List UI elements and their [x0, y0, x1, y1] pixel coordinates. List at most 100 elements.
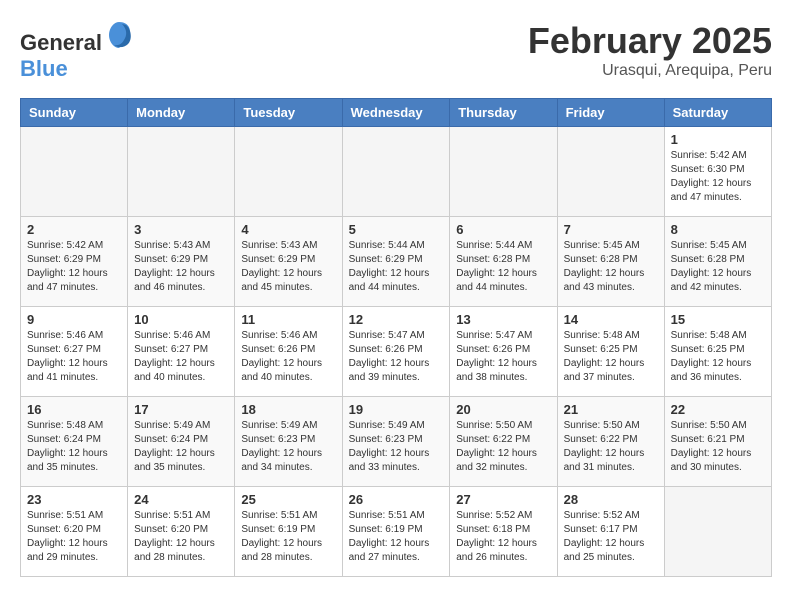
day-number: 4 [241, 222, 335, 237]
calendar-day-cell: 17 Sunrise: 5:49 AM Sunset: 6:24 PM Dayli… [128, 397, 235, 487]
weekday-header-tuesday: Tuesday [235, 99, 342, 127]
day-number: 21 [564, 402, 658, 417]
page-title: February 2025 [528, 20, 772, 62]
day-number: 20 [456, 402, 550, 417]
day-info: Sunrise: 5:50 AM Sunset: 6:22 PM Dayligh… [456, 419, 550, 475]
day-info: Sunrise: 5:43 AM Sunset: 6:29 PM Dayligh… [134, 239, 228, 295]
day-number: 18 [241, 402, 335, 417]
calendar-day-cell: 3 Sunrise: 5:43 AM Sunset: 6:29 PM Daylig… [128, 217, 235, 307]
weekday-header-saturday: Saturday [664, 99, 771, 127]
day-number: 24 [134, 492, 228, 507]
day-number: 13 [456, 312, 550, 327]
calendar-week-row: 1 Sunrise: 5:42 AM Sunset: 6:30 PM Daylig… [21, 127, 772, 217]
calendar-table: SundayMondayTuesdayWednesdayThursdayFrid… [20, 98, 772, 577]
day-info: Sunrise: 5:43 AM Sunset: 6:29 PM Dayligh… [241, 239, 335, 295]
day-info: Sunrise: 5:48 AM Sunset: 6:24 PM Dayligh… [27, 419, 121, 475]
calendar-day-cell: 28 Sunrise: 5:52 AM Sunset: 6:17 PM Dayli… [557, 487, 664, 577]
calendar-week-row: 16 Sunrise: 5:48 AM Sunset: 6:24 PM Dayli… [21, 397, 772, 487]
calendar-day-cell [450, 127, 557, 217]
day-info: Sunrise: 5:51 AM Sunset: 6:20 PM Dayligh… [134, 509, 228, 565]
logo-blue: Blue [20, 56, 68, 81]
weekday-header-friday: Friday [557, 99, 664, 127]
logo-icon [104, 20, 134, 50]
calendar-day-cell: 8Sunrise: 5:45 AM Sunset: 6:28 PM Daylig… [664, 217, 771, 307]
page-subtitle: Urasqui, Arequipa, Peru [528, 62, 772, 80]
day-number: 14 [564, 312, 658, 327]
page-header: General Blue February 2025 Urasqui, Areq… [20, 20, 772, 82]
day-info: Sunrise: 5:49 AM Sunset: 6:23 PM Dayligh… [241, 419, 335, 475]
day-info: Sunrise: 5:50 AM Sunset: 6:22 PM Dayligh… [564, 419, 658, 475]
calendar-day-cell: 20 Sunrise: 5:50 AM Sunset: 6:22 PM Dayli… [450, 397, 557, 487]
day-number: 12 [349, 312, 444, 327]
day-number: 10 [134, 312, 228, 327]
day-info: Sunrise: 5:46 AM Sunset: 6:27 PM Dayligh… [134, 329, 228, 385]
day-info: Sunrise: 5:45 AM Sunset: 6:28 PM Dayligh… [564, 239, 658, 295]
calendar-day-cell [664, 487, 771, 577]
day-number: 28 [564, 492, 658, 507]
weekday-header-sunday: Sunday [21, 99, 128, 127]
day-info: Sunrise: 5:49 AM Sunset: 6:23 PM Dayligh… [349, 419, 444, 475]
day-number: 27 [456, 492, 550, 507]
weekday-header-thursday: Thursday [450, 99, 557, 127]
day-info: Sunrise: 5:51 AM Sunset: 6:20 PM Dayligh… [27, 509, 121, 565]
title-block: February 2025 Urasqui, Arequipa, Peru [528, 20, 772, 80]
weekday-header-wednesday: Wednesday [342, 99, 450, 127]
calendar-day-cell: 7 Sunrise: 5:45 AM Sunset: 6:28 PM Daylig… [557, 217, 664, 307]
calendar-day-cell: 15Sunrise: 5:48 AM Sunset: 6:25 PM Dayli… [664, 307, 771, 397]
day-number: 2 [27, 222, 121, 237]
day-number: 3 [134, 222, 228, 237]
calendar-day-cell: 21 Sunrise: 5:50 AM Sunset: 6:22 PM Dayli… [557, 397, 664, 487]
calendar-day-cell: 24 Sunrise: 5:51 AM Sunset: 6:20 PM Dayli… [128, 487, 235, 577]
calendar-day-cell: 9 Sunrise: 5:46 AM Sunset: 6:27 PM Daylig… [21, 307, 128, 397]
day-number: 7 [564, 222, 658, 237]
calendar-day-cell [557, 127, 664, 217]
day-info: Sunrise: 5:46 AM Sunset: 6:27 PM Dayligh… [27, 329, 121, 385]
day-info: Sunrise: 5:48 AM Sunset: 6:25 PM Dayligh… [671, 329, 765, 385]
calendar-day-cell: 27 Sunrise: 5:52 AM Sunset: 6:18 PM Dayli… [450, 487, 557, 577]
calendar-day-cell: 11 Sunrise: 5:46 AM Sunset: 6:26 PM Dayli… [235, 307, 342, 397]
calendar-day-cell: 4 Sunrise: 5:43 AM Sunset: 6:29 PM Daylig… [235, 217, 342, 307]
calendar-day-cell: 14 Sunrise: 5:48 AM Sunset: 6:25 PM Dayli… [557, 307, 664, 397]
day-number: 17 [134, 402, 228, 417]
day-info: Sunrise: 5:50 AM Sunset: 6:21 PM Dayligh… [671, 419, 765, 475]
calendar-day-cell: 18 Sunrise: 5:49 AM Sunset: 6:23 PM Dayli… [235, 397, 342, 487]
calendar-day-cell: 13 Sunrise: 5:47 AM Sunset: 6:26 PM Dayli… [450, 307, 557, 397]
logo: General Blue [20, 20, 134, 82]
day-number: 9 [27, 312, 121, 327]
day-info: Sunrise: 5:46 AM Sunset: 6:26 PM Dayligh… [241, 329, 335, 385]
day-number: 6 [456, 222, 550, 237]
calendar-day-cell [128, 127, 235, 217]
calendar-header-row: SundayMondayTuesdayWednesdayThursdayFrid… [21, 99, 772, 127]
calendar-day-cell: 2Sunrise: 5:42 AM Sunset: 6:29 PM Daylig… [21, 217, 128, 307]
day-info: Sunrise: 5:52 AM Sunset: 6:18 PM Dayligh… [456, 509, 550, 565]
calendar-day-cell: 16 Sunrise: 5:48 AM Sunset: 6:24 PM Dayli… [21, 397, 128, 487]
day-number: 11 [241, 312, 335, 327]
day-number: 5 [349, 222, 444, 237]
day-number: 16 [27, 402, 121, 417]
calendar-day-cell: 19 Sunrise: 5:49 AM Sunset: 6:23 PM Dayli… [342, 397, 450, 487]
day-info: Sunrise: 5:42 AM Sunset: 6:30 PM Dayligh… [671, 149, 765, 205]
calendar-day-cell: 6 Sunrise: 5:44 AM Sunset: 6:28 PM Daylig… [450, 217, 557, 307]
weekday-header-monday: Monday [128, 99, 235, 127]
calendar-day-cell: 10 Sunrise: 5:46 AM Sunset: 6:27 PM Dayli… [128, 307, 235, 397]
calendar-day-cell [21, 127, 128, 217]
calendar-day-cell: 22 Sunrise: 5:50 AM Sunset: 6:21 PM Dayli… [664, 397, 771, 487]
day-info: Sunrise: 5:51 AM Sunset: 6:19 PM Dayligh… [241, 509, 335, 565]
calendar-day-cell [235, 127, 342, 217]
day-number: 19 [349, 402, 444, 417]
calendar-day-cell: 25Sunrise: 5:51 AM Sunset: 6:19 PM Dayli… [235, 487, 342, 577]
calendar-week-row: 2Sunrise: 5:42 AM Sunset: 6:29 PM Daylig… [21, 217, 772, 307]
calendar-day-cell: 1 Sunrise: 5:42 AM Sunset: 6:30 PM Daylig… [664, 127, 771, 217]
day-info: Sunrise: 5:49 AM Sunset: 6:24 PM Dayligh… [134, 419, 228, 475]
day-number: 1 [671, 132, 765, 147]
day-info: Sunrise: 5:44 AM Sunset: 6:28 PM Dayligh… [456, 239, 550, 295]
day-info: Sunrise: 5:52 AM Sunset: 6:17 PM Dayligh… [564, 509, 658, 565]
day-info: Sunrise: 5:45 AM Sunset: 6:28 PM Dayligh… [671, 239, 765, 295]
calendar-day-cell: 26Sunrise: 5:51 AM Sunset: 6:19 PM Dayli… [342, 487, 450, 577]
day-info: Sunrise: 5:47 AM Sunset: 6:26 PM Dayligh… [456, 329, 550, 385]
day-number: 26 [349, 492, 444, 507]
calendar-week-row: 23Sunrise: 5:51 AM Sunset: 6:20 PM Dayli… [21, 487, 772, 577]
day-info: Sunrise: 5:44 AM Sunset: 6:29 PM Dayligh… [349, 239, 444, 295]
day-info: Sunrise: 5:48 AM Sunset: 6:25 PM Dayligh… [564, 329, 658, 385]
day-number: 22 [671, 402, 765, 417]
